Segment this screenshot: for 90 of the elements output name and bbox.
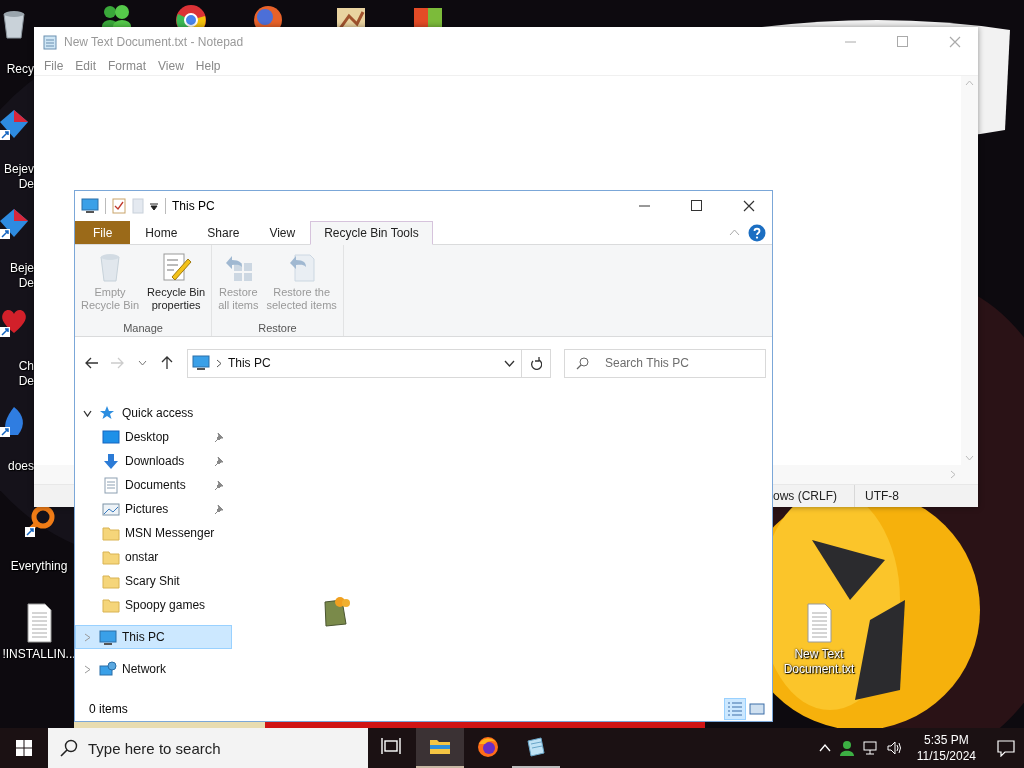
search-icon (576, 356, 589, 370)
icon-label[interactable]: Ch De (18, 359, 34, 389)
icon-label[interactable]: Bejev De (3, 162, 34, 192)
group-label: Manage (122, 322, 164, 334)
folder-icon (102, 548, 120, 566)
nav-item[interactable]: Pictures (75, 497, 232, 521)
large-icons-view-icon (749, 701, 765, 717)
details-view-icon (727, 701, 743, 717)
expanded-chevron-icon[interactable] (82, 408, 92, 418)
maximize-icon (897, 35, 909, 48)
notification-icon[interactable] (997, 739, 1015, 757)
nav-item[interactable]: Desktop (75, 425, 232, 449)
nav-item[interactable]: Quick access (75, 401, 232, 425)
ribbon-tab[interactable]: File (75, 221, 131, 244)
windows-logo-icon (16, 740, 32, 756)
window-title: New Text Document.txt - Notepad (64, 34, 244, 49)
download-arrow-icon (102, 452, 120, 470)
checklist-pencil-icon (160, 251, 193, 283)
menu-item[interactable]: View (152, 58, 190, 73)
caret-icon (137, 360, 147, 366)
search-icon (60, 739, 78, 757)
taskbar-search-field[interactable]: Type here to search (48, 728, 368, 768)
nav-item[interactable]: Downloads (75, 449, 232, 473)
window-title: This PC (172, 199, 215, 213)
menu-item[interactable]: Edit (69, 58, 103, 73)
network-icon[interactable] (862, 741, 879, 755)
icon-label[interactable]: Beje De (9, 261, 34, 291)
checklist-icon[interactable] (112, 198, 126, 214)
menu-item[interactable]: File (38, 58, 70, 73)
nav-item[interactable]: MSN Messenger (75, 521, 232, 545)
network-icon (99, 660, 117, 678)
computer-icon (99, 628, 117, 646)
status-text: ows (CRLF) (773, 489, 837, 503)
nav-item[interactable]: Spoopy games (75, 593, 232, 617)
folder-icon (102, 524, 120, 542)
chevron-icon (215, 358, 222, 368)
clock[interactable]: 5:35 PM 11/15/2024 (910, 732, 982, 764)
nav-item[interactable]: This PC (75, 625, 232, 649)
notepad-icon (525, 736, 547, 758)
maximize-icon (691, 200, 703, 212)
chevron-up-icon[interactable] (818, 744, 831, 752)
sack-icon[interactable] (322, 596, 350, 628)
firefox-icon (477, 736, 499, 758)
forward-arrow-icon (109, 356, 126, 370)
gem-icon[interactable] (0, 207, 30, 239)
caret-icon[interactable] (150, 201, 159, 211)
nav-item[interactable]: Scary Shit (75, 569, 232, 593)
taskbar-app[interactable] (416, 728, 464, 768)
search-field[interactable]: Search This PC (564, 348, 766, 378)
nav-item[interactable]: Documents (75, 473, 232, 497)
back-arrow-icon (84, 356, 101, 370)
desktop-icon (102, 428, 120, 446)
refresh-button[interactable] (521, 348, 551, 378)
folder-icon (102, 572, 120, 590)
clock-date: 11/15/2024 (916, 748, 976, 764)
address-path: This PC (227, 356, 272, 370)
document-icon (102, 476, 120, 494)
item-count: 0 items (89, 702, 128, 716)
dropdown-icon[interactable] (503, 359, 515, 367)
computer-icon (81, 198, 99, 214)
up-arrow-icon (160, 355, 175, 371)
icon-label[interactable]: Everything (10, 559, 68, 574)
refresh-icon (529, 356, 542, 370)
icon-label[interactable]: Recy (6, 62, 34, 77)
nav-item[interactable]: onstar (75, 545, 232, 569)
notepad-icon (42, 33, 58, 50)
ribbon-tab[interactable]: View (254, 221, 311, 244)
group-label: Restore (257, 322, 298, 334)
picture-icon (102, 500, 120, 518)
ribbon-tab[interactable]: Share (192, 221, 255, 244)
ribbon-tab[interactable]: Recycle Bin Tools (310, 221, 433, 245)
computer-icon (191, 355, 210, 371)
icon-label[interactable]: does (7, 459, 34, 474)
menu-item[interactable]: Format (102, 58, 153, 73)
people-icon[interactable] (100, 4, 132, 27)
help-icon[interactable] (748, 223, 766, 242)
folder-icon (102, 596, 120, 614)
menu-item[interactable]: Help (189, 58, 227, 73)
status-text: UTF-8 (865, 489, 899, 503)
ribbon-tab[interactable]: Home (130, 221, 193, 244)
ribbon-command[interactable]: Recycle Bin properties (145, 249, 208, 322)
close-icon (743, 200, 755, 212)
close-icon (949, 35, 961, 48)
nav-item[interactable]: Network (75, 657, 232, 681)
volume-icon[interactable] (886, 741, 903, 755)
clock-time: 5:35 PM (924, 732, 969, 748)
address-bar[interactable]: This PC (186, 348, 522, 378)
gem-icon[interactable] (0, 108, 30, 140)
icon-label[interactable]: !INSTALLIN... (2, 647, 76, 662)
person-icon[interactable] (838, 740, 855, 756)
